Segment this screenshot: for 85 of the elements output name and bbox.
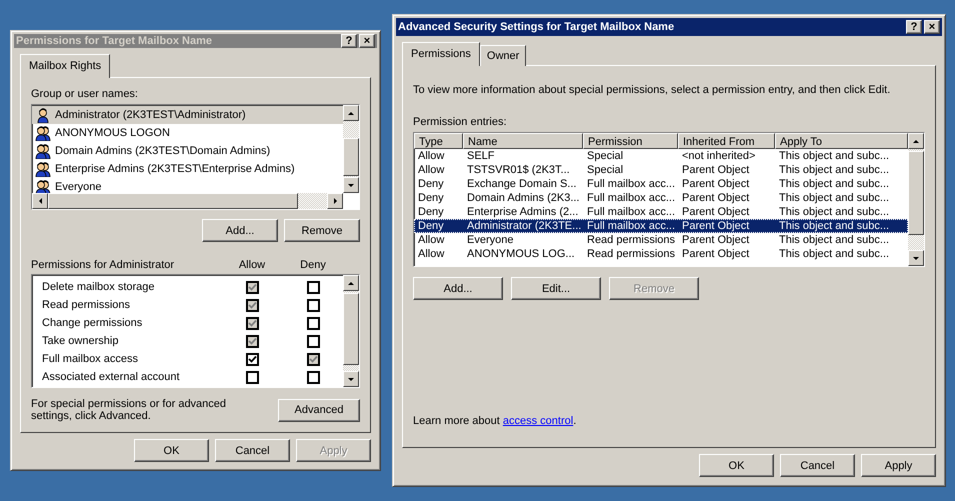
checkbox[interactable] (246, 370, 258, 384)
tab[interactable]: Mailbox Rights (20, 54, 110, 78)
permission-list[interactable]: Delete mailbox storage Read permissions Change permissions Take ownership Full mailbox access Associated external account (31, 274, 360, 388)
close-button[interactable]: × (359, 34, 375, 48)
arrow-down-icon (912, 254, 920, 262)
arrow-up-icon (347, 109, 355, 117)
arrow-up-icon (347, 279, 355, 287)
column-header: Allow (238, 259, 266, 271)
table-row[interactable]: Allow Everyone Read permissions Parent Object This object and subc... (414, 233, 908, 247)
permission-name: Associated external account (42, 371, 181, 383)
table-row[interactable]: Allow SELF Special <not inherited> This object and subc... (414, 149, 908, 163)
column-header[interactable]: Inherited From (678, 133, 775, 149)
scroll-thumb[interactable] (908, 151, 924, 235)
permission-name: Take ownership (42, 335, 120, 347)
tab[interactable]: Permissions (402, 42, 480, 66)
table-row[interactable]: Deny Enterprise Admins (2... Full mailbox acc... Parent Object This object and subc... (414, 205, 908, 219)
checkbox[interactable] (306, 370, 320, 384)
table-row[interactable]: Deny Exchange Domain S... Full mailbox acc... Parent Object This object and subc... (414, 177, 908, 191)
checkbox[interactable] (246, 352, 258, 366)
tab[interactable]: Owner (480, 45, 526, 66)
scrollbar[interactable] (343, 275, 359, 387)
checkbox[interactable] (306, 280, 320, 294)
scroll-up-button[interactable] (343, 105, 359, 121)
permission-table[interactable] (413, 132, 925, 267)
scroll-thumb[interactable] (343, 138, 359, 176)
scroll-down-button[interactable] (908, 250, 924, 266)
scroll-right-button[interactable] (327, 193, 343, 209)
permission-name: Full mailbox access (42, 353, 139, 365)
table-row[interactable]: Allow ANONYMOUS LOG... Read permissions Parent Object This object and subc... (414, 247, 908, 261)
dialog-button[interactable]: Apply (861, 454, 936, 477)
table-row[interactable]: Deny Domain Admins (2K3... Full mailbox acc... Parent Object This object and subc... (414, 191, 908, 205)
dialog-button[interactable]: Add... (202, 219, 278, 242)
dialog-button[interactable]: Cancel (215, 439, 290, 462)
checkbox[interactable] (306, 298, 320, 312)
scrollbar[interactable] (343, 105, 359, 193)
permission-name: Change permissions (42, 317, 144, 329)
help-button[interactable]: ? (906, 20, 922, 34)
list-item[interactable]: Administrator (2K3TEST\Administrator) (32, 106, 343, 124)
permission-name: Read permissions (42, 299, 132, 311)
advanced-button[interactable]: Advanced (278, 398, 360, 422)
dialog-button[interactable]: Cancel (780, 454, 855, 477)
list-item[interactable]: ANONYMOUS LOGON (32, 124, 343, 142)
arrow-right-icon (331, 197, 339, 205)
help-button[interactable]: ? (341, 34, 357, 48)
list-label: Permissions for Administrator (31, 259, 176, 271)
permission-name: Delete mailbox storage (42, 281, 156, 293)
scroll-up-button[interactable] (343, 275, 359, 291)
table-row[interactable]: Deny Administrator (2K3TE... Full mailbox acc... Parent Object This object and subc... (414, 219, 908, 233)
arrow-up-icon (912, 137, 920, 145)
column-header[interactable]: Permission (583, 133, 678, 149)
dialog-button[interactable]: OK (699, 454, 774, 477)
close-button[interactable]: × (924, 20, 940, 34)
list-item[interactable]: Domain Admins (2K3TEST\Domain Admins) (32, 142, 343, 160)
scroll-left-button[interactable] (32, 193, 48, 209)
column-header: Deny (299, 259, 327, 271)
window-title: Advanced Security Settings for Target Mailbox Name (398, 21, 676, 33)
checkbox[interactable] (306, 334, 320, 348)
list-label: Group or user names: (31, 88, 139, 100)
list-label: Permission entries: (413, 116, 508, 128)
dialog-button[interactable]: Edit... (511, 277, 601, 300)
table-row[interactable]: Allow TSTSVR01$ (2K3T... Special Parent Object This object and subc... (414, 163, 908, 177)
user-icon (35, 108, 51, 122)
scrollbar[interactable] (908, 133, 924, 266)
list-item[interactable]: Enterprise Admins (2K3TEST\Enterprise Admins) (32, 160, 343, 178)
arrow-down-icon (347, 181, 355, 189)
scroll-down-button[interactable] (343, 371, 359, 387)
window-title: Permissions for Target Mailbox Name (16, 35, 214, 47)
dialog-button[interactable]: Add... (413, 277, 503, 300)
hint-text: For special permissions or for advanced settings, click Advanced. (31, 398, 228, 422)
group-icon (35, 162, 51, 176)
column-header[interactable]: Name (463, 133, 583, 149)
dialog-button[interactable]: OK (134, 439, 209, 462)
column-header[interactable]: Type (414, 133, 463, 149)
arrow-down-icon (347, 375, 355, 383)
group-icon (35, 126, 51, 140)
instruction-text: To view more information about special permissions, select a permission entry, and then click Edit. (413, 84, 892, 96)
dialog-button[interactable]: Remove (284, 219, 360, 242)
user-list[interactable]: Administrator (2K3TEST\Administrator) ANONYMOUS LOGON Domain Admins (2K3TEST\Domain Admins) Enterprise Admins (2K3TEST\Enterprise Admins) Everyone (31, 104, 360, 210)
access-control-link[interactable]: access control (502, 415, 574, 427)
group-icon (35, 144, 51, 158)
checkbox[interactable] (306, 316, 320, 330)
column-header[interactable]: Apply To (775, 133, 908, 149)
scroll-down-button[interactable] (343, 177, 359, 193)
scroll-up-button[interactable] (908, 133, 924, 149)
help-text: Learn more about access control. (413, 415, 578, 427)
